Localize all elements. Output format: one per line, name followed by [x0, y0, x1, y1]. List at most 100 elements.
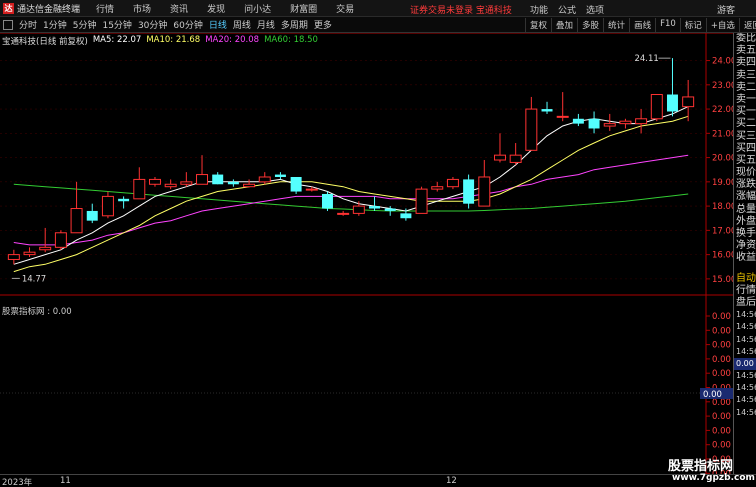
menu-item-formula[interactable]: 公式 — [558, 3, 576, 16]
period-tab-30min[interactable]: 30分钟 — [135, 18, 170, 31]
period-tab-more[interactable]: 更多 — [311, 18, 335, 31]
candle-body — [666, 94, 678, 112]
ma60-line — [13, 183, 689, 212]
stats-button[interactable]: 统计 — [603, 18, 629, 32]
draw-button[interactable]: 画线 — [629, 18, 655, 32]
candle-body — [7, 254, 20, 260]
watermark-title: 股票指标网 — [668, 459, 734, 474]
candle-body — [384, 208, 396, 211]
back-button[interactable]: 返回 — [738, 18, 756, 32]
period-tab-monthly[interactable]: 月线 — [254, 18, 278, 31]
ma20-label: MA20: 20.08 — [205, 35, 260, 45]
candle-body — [478, 176, 491, 207]
candle-body — [446, 178, 459, 188]
period-tab-60min[interactable]: 60分钟 — [170, 18, 205, 31]
price-tick-label: 18.00 — [712, 202, 733, 212]
price-tick-label: 20.00 — [712, 154, 733, 164]
menu-item-trade[interactable]: 交易 — [336, 2, 354, 15]
price-axis: 24.00 23.00 22.00 21.00 20.00 19.00 18.00 17.00… — [706, 57, 733, 285]
candle-body — [39, 246, 52, 251]
guest-user[interactable]: 游客 — [717, 3, 735, 16]
ind-tick-label: 0.00 — [712, 312, 731, 322]
tick-time: 14:56 — [736, 371, 756, 381]
side-label: 总量 — [736, 203, 756, 215]
tick-time: 14:56 — [736, 383, 756, 393]
side-label: 买五 — [736, 154, 756, 166]
menu-item-news[interactable]: 资讯 — [170, 2, 188, 15]
side-label: 外盘 — [736, 215, 756, 227]
stock-name[interactable]: 宝通科技(日线 前复权) — [2, 35, 88, 47]
tick-time: 14:56 — [736, 395, 756, 405]
ind-tick-label: 0.00 — [712, 341, 731, 351]
period-tab-15min[interactable]: 15分钟 — [99, 18, 134, 31]
candle-body — [305, 188, 318, 191]
candle-body — [164, 183, 177, 188]
logo-char: 达 — [4, 3, 13, 13]
candle — [431, 181, 444, 192]
candle-body — [227, 181, 239, 185]
menu-item-discover[interactable]: 发现 — [207, 2, 225, 15]
candle-body — [337, 212, 350, 215]
period-tab-timeshare[interactable]: 分时 — [16, 18, 40, 31]
menu-item-market[interactable]: 市场 — [133, 2, 151, 15]
menu-item-quotes[interactable]: 行情 — [96, 2, 114, 15]
side-label: 委比 — [736, 33, 756, 44]
menu-item-options[interactable]: 选项 — [586, 3, 604, 16]
candle — [212, 172, 224, 185]
adjust-button[interactable]: 复权 — [525, 18, 551, 32]
menu-item-function[interactable]: 功能 — [530, 3, 548, 16]
candle — [86, 203, 98, 224]
menu-item-wealth[interactable]: 财富圈 — [290, 2, 317, 15]
period-tab-multi[interactable]: 多周期 — [278, 18, 311, 31]
high-label: 24.11 — [634, 54, 658, 64]
ind-tick-label: 0.00 — [712, 441, 731, 451]
menu-item-ask[interactable]: 问小达 — [244, 2, 271, 15]
candle-body — [23, 251, 36, 256]
panel-toggle-icon[interactable] — [3, 19, 13, 30]
candle — [556, 92, 569, 122]
period-toolbar: 分时 1分钟 5分钟 15分钟 30分钟 60分钟 日线 周线 月线 多周期 更… — [0, 17, 756, 33]
candle-body — [212, 174, 224, 185]
f10-button[interactable]: F10 — [655, 18, 680, 32]
candle-body — [619, 120, 632, 125]
candle — [478, 160, 491, 207]
candle — [415, 186, 428, 214]
candle-body — [86, 210, 98, 221]
candle-body — [148, 178, 161, 185]
candle-body — [369, 206, 381, 209]
candle — [603, 113, 616, 131]
candle-body — [101, 195, 114, 217]
indicator-label[interactable]: 股票指标网 : 0.00 — [2, 305, 72, 317]
candle — [619, 118, 632, 129]
candle — [180, 172, 193, 187]
period-tab-weekly[interactable]: 周线 — [230, 18, 254, 31]
candle-body — [525, 108, 538, 151]
period-tab-1min[interactable]: 1分钟 — [40, 18, 70, 31]
candle-body — [556, 115, 569, 118]
period-tab-daily[interactable]: 日线 — [206, 18, 230, 31]
overlay-button[interactable]: 叠加 — [551, 18, 577, 32]
candle — [541, 101, 553, 114]
price-tick-label: 19.00 — [712, 178, 733, 188]
period-tab-5min[interactable]: 5分钟 — [70, 18, 100, 31]
login-notice[interactable]: 证券交易未登录 宝通科技 — [410, 3, 512, 16]
candle — [243, 179, 256, 188]
side-tab-quote[interactable]: 行情 — [734, 285, 756, 297]
side-tab-after[interactable]: 盘后 — [734, 297, 756, 309]
kline-chart[interactable]: 24.00 23.00 22.00 21.00 20.00 19.00 18.00 17.00… — [0, 33, 733, 474]
multi-stock-button[interactable]: 多股 — [577, 18, 603, 32]
price-tick-label: 22.00 — [712, 105, 733, 115]
candle — [290, 176, 302, 194]
tick-time: 14:56 — [736, 346, 756, 356]
tick-time: 14:56 — [736, 334, 756, 344]
side-label: 买三 — [736, 130, 756, 142]
add-watchlist-button[interactable]: +自选 — [705, 18, 739, 32]
candle — [133, 167, 146, 200]
side-tab-auto[interactable]: 自动 — [734, 273, 756, 285]
price-tick-label: 24.00 — [712, 57, 733, 67]
mark-button[interactable]: 标记 — [679, 18, 706, 32]
side-label: 买一 — [736, 106, 756, 118]
tick-time: 14:56 — [736, 407, 756, 417]
side-label: 卖一 — [736, 93, 756, 105]
side-spacer — [734, 265, 756, 273]
